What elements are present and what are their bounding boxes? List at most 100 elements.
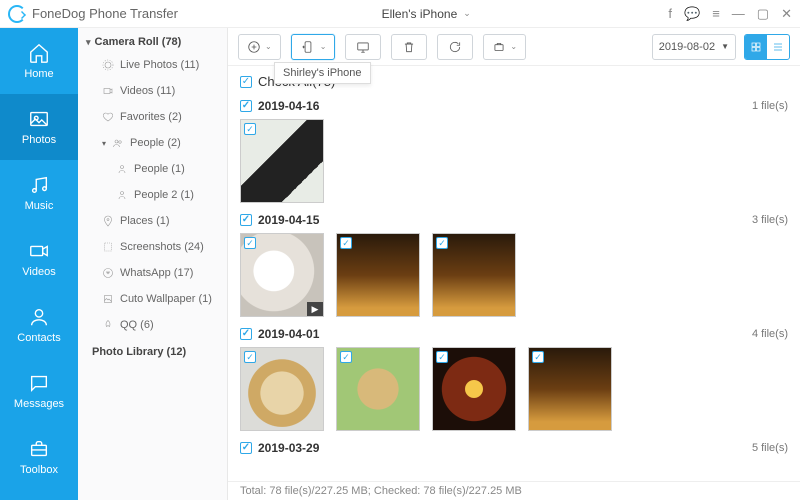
thumbnail-checkbox[interactable] xyxy=(436,237,448,249)
thumbnail-checkbox[interactable] xyxy=(244,351,256,363)
feedback-icon[interactable]: f xyxy=(668,6,672,21)
photo-thumbnail[interactable] xyxy=(240,119,324,203)
sidebar-group-camera-roll[interactable]: Camera Roll (78) xyxy=(78,28,227,52)
folder-icon xyxy=(102,85,114,97)
group-checkbox[interactable] xyxy=(240,214,252,226)
menu-icon[interactable]: ≡ xyxy=(712,6,720,21)
group-date: 2019-03-29 xyxy=(258,441,319,455)
sidebar: Camera Roll (78) Live Photos (11) Videos … xyxy=(78,28,228,500)
thumbnail-checkbox[interactable] xyxy=(244,237,256,249)
nav-contacts[interactable]: Contacts xyxy=(0,292,78,358)
nav-label: Music xyxy=(25,200,54,212)
thumbnail-checkbox[interactable] xyxy=(436,351,448,363)
sidebar-item[interactable]: People (1) xyxy=(78,156,227,182)
title-actions: f 💬 ≡ — ▢ ✕ xyxy=(668,6,792,22)
sidebar-item[interactable]: Favorites (2) xyxy=(78,104,227,130)
nav-label: Messages xyxy=(14,398,64,410)
video-badge-icon: ▶ xyxy=(307,302,323,316)
thumbnail-row xyxy=(240,347,788,431)
folder-icon xyxy=(102,59,114,71)
chevron-down-icon: ⌄ xyxy=(463,8,471,19)
refresh-button[interactable] xyxy=(437,34,473,60)
thumbnail-checkbox[interactable] xyxy=(340,237,352,249)
sidebar-item[interactable]: Places (1) xyxy=(78,208,227,234)
photo-thumbnail[interactable] xyxy=(432,233,516,317)
list-view-button[interactable] xyxy=(767,35,789,59)
sidebar-item-label: Favorites (2) xyxy=(120,111,182,123)
folder-icon xyxy=(112,137,124,149)
sidebar-item[interactable]: Cuto Wallpaper (1) xyxy=(78,286,227,312)
sidebar-item[interactable]: Videos (11) xyxy=(78,78,227,104)
folder-icon xyxy=(116,189,128,201)
group-checkbox[interactable] xyxy=(240,442,252,454)
messages-icon xyxy=(28,372,50,394)
view-toggle xyxy=(744,34,790,60)
app-title: FoneDog Phone Transfer xyxy=(32,6,178,21)
nav-toolbox[interactable]: Toolbox xyxy=(0,424,78,490)
group-checkbox[interactable] xyxy=(240,328,252,340)
app-logo-icon xyxy=(8,5,26,23)
sidebar-item[interactable]: Screenshots (24) xyxy=(78,234,227,260)
nav-label: Toolbox xyxy=(20,464,58,476)
chevron-down-icon: ⌄ xyxy=(510,42,517,51)
thumbnail-checkbox[interactable] xyxy=(244,123,256,135)
close-button[interactable]: ✕ xyxy=(781,6,792,22)
sidebar-item[interactable]: Live Photos (11) xyxy=(78,52,227,78)
nav-videos[interactable]: Videos xyxy=(0,226,78,292)
group-file-count: 5 file(s) xyxy=(752,442,788,454)
sidebar-item[interactable]: People 2 (1) xyxy=(78,182,227,208)
thumbnail-row: ▶ xyxy=(240,233,788,317)
photo-thumbnail[interactable] xyxy=(336,347,420,431)
toolbar: ⌄ ⌄ ⌄ Shirley's iPhone 2019-08 xyxy=(228,28,800,66)
date-group-header: 2019-03-29 5 file(s) xyxy=(240,441,788,455)
folder-icon xyxy=(102,215,114,227)
grid-view-button[interactable] xyxy=(745,35,767,59)
photo-thumbnail[interactable] xyxy=(336,233,420,317)
thumbnail-checkbox[interactable] xyxy=(340,351,352,363)
export-to-device-button[interactable]: ⌄ xyxy=(291,34,336,60)
export-to-pc-button[interactable] xyxy=(345,34,381,60)
nav-label: Videos xyxy=(22,266,55,278)
sidebar-item-label: Places (1) xyxy=(120,215,170,227)
nav-photos[interactable]: Photos xyxy=(0,94,78,160)
photo-thumbnail[interactable] xyxy=(240,347,324,431)
group-checkbox[interactable] xyxy=(240,100,252,112)
photo-thumbnail[interactable] xyxy=(528,347,612,431)
delete-button[interactable] xyxy=(391,34,427,60)
sidebar-photo-library[interactable]: Photo Library (12) xyxy=(78,338,227,366)
device-picker[interactable]: Ellen's iPhone ⌄ xyxy=(366,5,481,23)
sidebar-item[interactable]: ▾People (2) xyxy=(78,130,227,156)
add-button[interactable]: ⌄ xyxy=(238,34,281,60)
videos-icon xyxy=(28,240,50,262)
sidebar-item-label: QQ (6) xyxy=(120,319,154,331)
chevron-down-icon: ⌄ xyxy=(320,42,327,51)
sidebar-item-label: Live Photos (11) xyxy=(120,59,199,71)
maximize-button[interactable]: ▢ xyxy=(757,6,769,22)
photo-thumbnail[interactable] xyxy=(432,347,516,431)
minimize-button[interactable]: — xyxy=(732,6,745,21)
date-filter[interactable]: 2019-08-02 ▼ xyxy=(652,34,736,60)
toolbox-icon xyxy=(28,438,50,460)
home-icon xyxy=(28,42,50,64)
sidebar-item-label: Videos (11) xyxy=(120,85,175,97)
sidebar-item-label: Cuto Wallpaper (1) xyxy=(120,293,212,305)
thumbnail-checkbox[interactable] xyxy=(532,351,544,363)
more-actions-button[interactable]: ⌄ xyxy=(483,34,526,60)
content-area: Check All(78) 2019-04-161 file(s)2019-04… xyxy=(228,66,800,500)
folder-icon xyxy=(102,293,114,305)
sidebar-item-label: WhatsApp (17) xyxy=(120,267,193,279)
sidebar-item[interactable]: QQ (6) xyxy=(78,312,227,338)
nav-messages[interactable]: Messages xyxy=(0,358,78,424)
nav-home[interactable]: Home xyxy=(0,28,78,94)
date-value: 2019-08-02 xyxy=(659,41,715,53)
music-icon xyxy=(28,174,50,196)
status-bar: Total: 78 file(s)/227.25 MB; Checked: 78… xyxy=(228,481,800,500)
chat-icon[interactable]: 💬 xyxy=(684,6,700,22)
nav-music[interactable]: Music xyxy=(0,160,78,226)
folder-icon xyxy=(102,267,114,279)
sidebar-library-label: Photo Library (12) xyxy=(92,346,186,358)
check-all-checkbox[interactable] xyxy=(240,76,252,88)
photos-icon xyxy=(28,108,50,130)
photo-thumbnail[interactable]: ▶ xyxy=(240,233,324,317)
sidebar-item[interactable]: WhatsApp (17) xyxy=(78,260,227,286)
